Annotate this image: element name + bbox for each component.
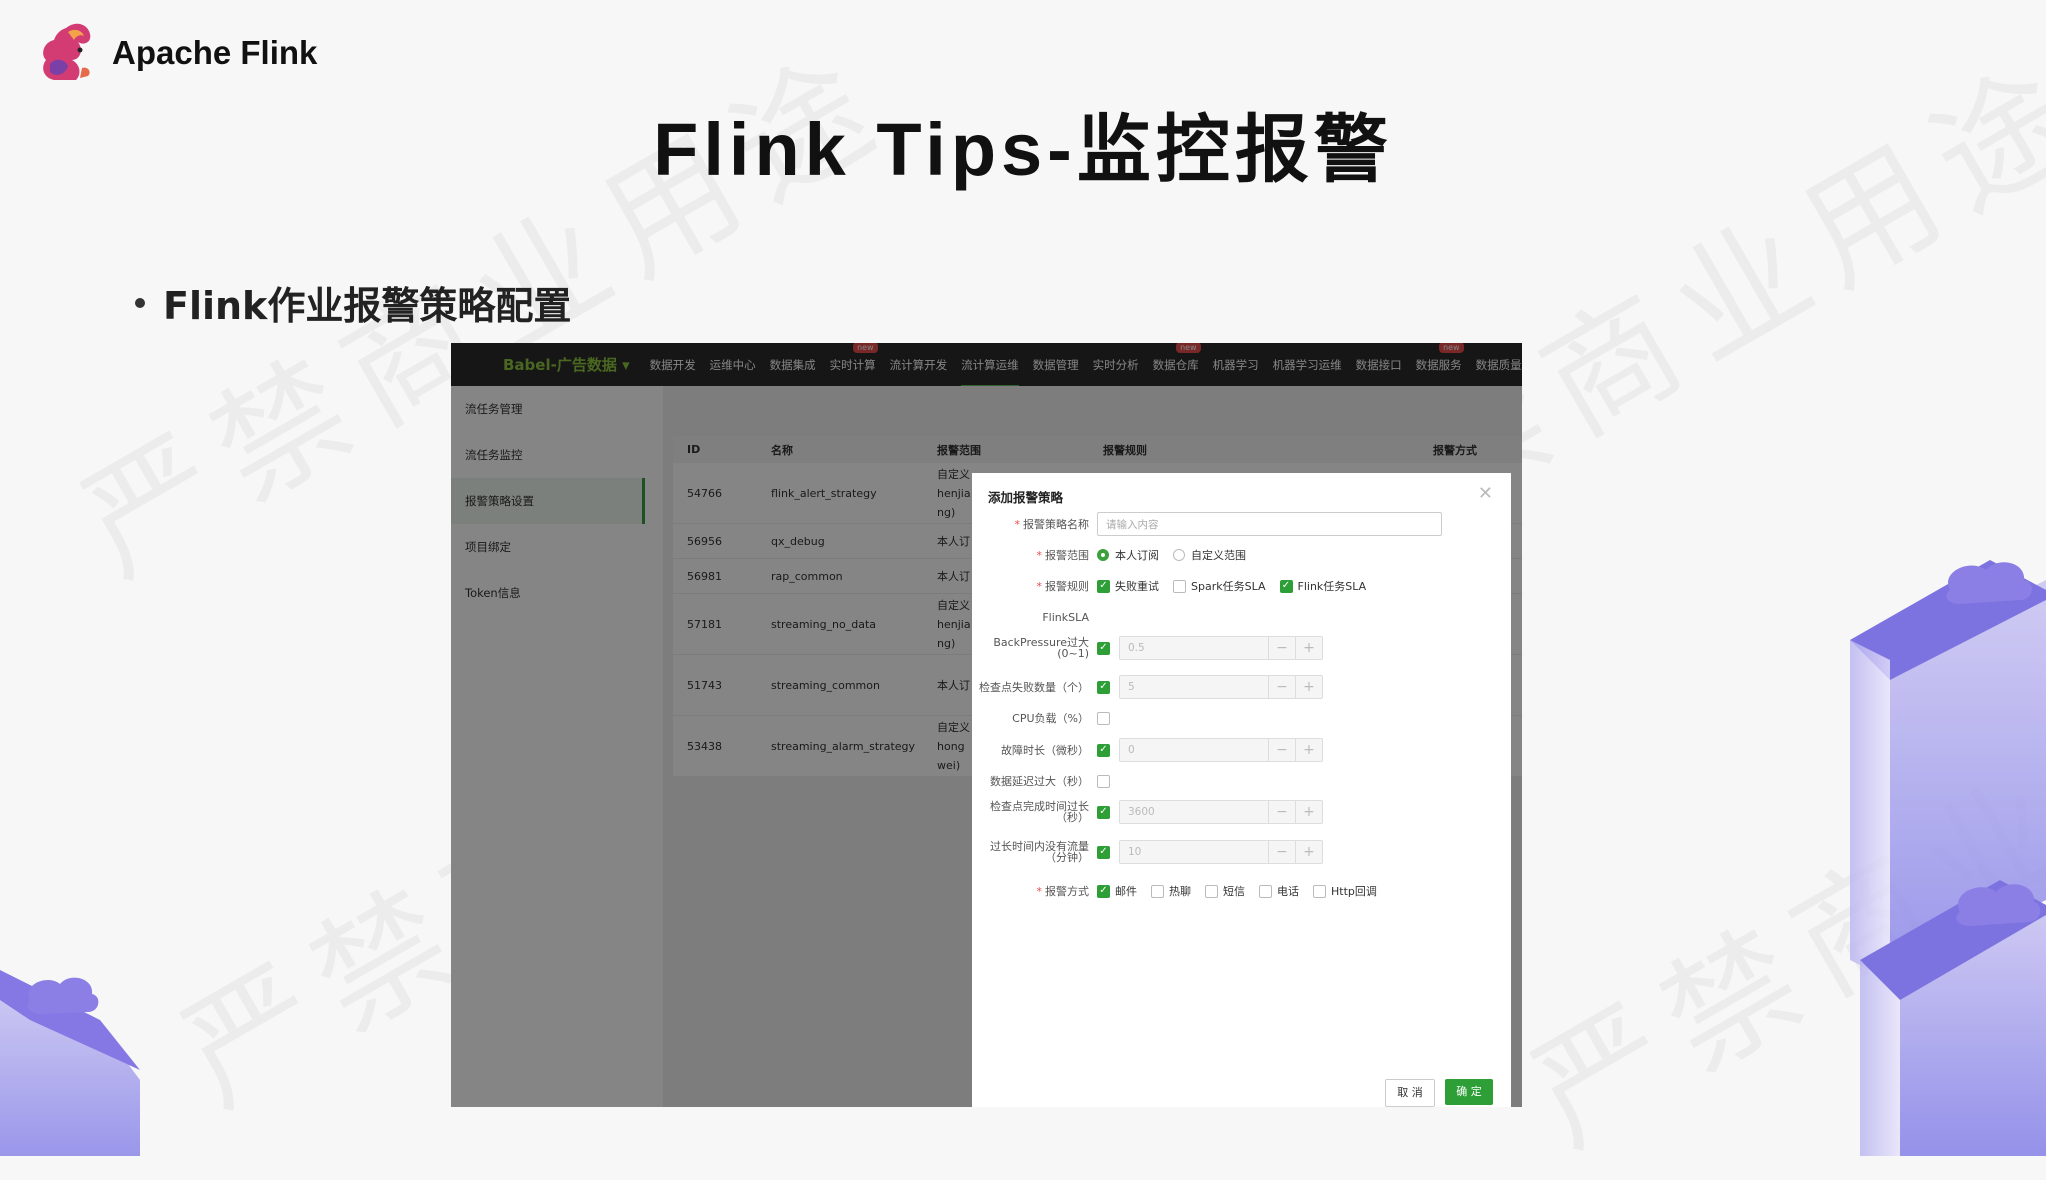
plus-icon[interactable]: +	[1295, 801, 1322, 823]
checkbox-checked-icon[interactable]: ✓	[1097, 680, 1110, 694]
minus-icon[interactable]: −	[1268, 801, 1295, 823]
stepper-value[interactable]: 10	[1120, 846, 1268, 858]
method-row: * 报警方式 ✓ 邮件 热聊 短信 电话 Http回调	[972, 878, 1511, 904]
sla-field-checkpoint-duration: 检查点完成时间过长 （秒） ✓ 3600− +	[972, 799, 1511, 825]
bullet-text: Flink作业报警策略配置	[163, 284, 572, 328]
stepper-value[interactable]: 5	[1120, 681, 1268, 693]
checkbox-unchecked-icon	[1259, 884, 1272, 898]
minus-icon[interactable]: −	[1268, 676, 1295, 698]
dialog-title: 添加报警策略	[988, 490, 1064, 505]
checkbox-checked-icon: ✓	[1279, 579, 1293, 593]
sla-field-failure-duration: 故障时长（微秒） ✓ 0− +	[972, 737, 1511, 763]
checkbox-checked-icon: ✓	[1097, 884, 1110, 898]
field-label: * 报警规则	[1036, 579, 1090, 593]
field-label: * 报警范围	[1036, 548, 1090, 562]
field-label: * 报警策略名称	[1014, 517, 1090, 531]
field-label: 过长时间内没有流量 （分钟）	[990, 840, 1089, 864]
method-option-phone[interactable]: 电话	[1259, 883, 1299, 899]
rule-row: * 报警规则 ✓ 失败重试 Spark任务SLA ✓ Flink任务SLA	[972, 573, 1511, 599]
method-option-chat[interactable]: 热聊	[1151, 883, 1191, 899]
close-icon[interactable]: ✕	[1478, 483, 1493, 504]
field-label: 故障时长（微秒）	[1001, 743, 1089, 757]
app-screenshot: Babel-广告数据 ▾ 数据开发 运维中心 数据集成 实时计算 new 流计算开…	[451, 343, 1522, 1107]
field-label: 数据延迟过大（秒）	[990, 774, 1089, 788]
sla-field-no-traffic: 过长时间内没有流量 （分钟） ✓ 10− +	[972, 839, 1511, 865]
minus-icon[interactable]: −	[1268, 637, 1295, 659]
sla-field-backpressure: BackPressure过大 (0~1) ✓ 0.5− +	[972, 635, 1511, 661]
checkbox-checked-icon[interactable]: ✓	[1097, 805, 1110, 819]
slide-title: Flink Tips-监控报警	[653, 108, 1393, 191]
sla-field-cpu-load: CPU负载（%）	[972, 705, 1511, 731]
number-stepper[interactable]: 5− +	[1119, 675, 1323, 699]
scope-option-self[interactable]: 本人订阅	[1097, 547, 1159, 563]
method-option-sms[interactable]: 短信	[1205, 883, 1245, 899]
plus-icon[interactable]: +	[1295, 637, 1322, 659]
plus-icon[interactable]: +	[1295, 841, 1322, 863]
field-label: 检查点完成时间过长 （秒）	[990, 800, 1089, 824]
number-stepper[interactable]: 10− +	[1119, 840, 1323, 864]
bullet-dot	[135, 297, 145, 308]
checkbox-unchecked-icon	[1205, 884, 1218, 898]
checkbox-checked-icon: ✓	[1097, 579, 1110, 593]
flinksla-heading-row: FlinkSLA	[972, 604, 1511, 630]
stepper-value[interactable]: 0	[1120, 744, 1268, 756]
field-label: * 报警方式	[1036, 884, 1090, 898]
rule-option-spark-sla[interactable]: Spark任务SLA	[1173, 578, 1266, 594]
cancel-button[interactable]: 取 消	[1385, 1079, 1435, 1107]
number-stepper[interactable]: 3600− +	[1119, 800, 1323, 824]
radio-checked-icon	[1097, 549, 1109, 561]
sla-field-data-delay: 数据延迟过大（秒）	[972, 768, 1511, 794]
rule-option-retry[interactable]: ✓ 失败重试	[1097, 578, 1159, 594]
checkbox-unchecked-icon	[1173, 579, 1186, 593]
minus-icon[interactable]: −	[1268, 841, 1295, 863]
checkbox-checked-icon[interactable]: ✓	[1097, 743, 1110, 757]
isometric-cloud-block-decoration	[0, 970, 140, 1156]
scope-row: * 报警范围 本人订阅 自定义范围	[972, 542, 1511, 568]
add-alert-strategy-dialog: 添加报警策略 ✕ * 报警策略名称 请输入内容 * 报警范围 本人订阅 自定义范围 …	[972, 473, 1511, 1107]
number-stepper[interactable]: 0− +	[1119, 738, 1323, 762]
plus-icon[interactable]: +	[1295, 739, 1322, 761]
checkbox-unchecked-icon	[1313, 884, 1326, 898]
bullet-item: Flink作业报警策略配置	[135, 275, 571, 330]
field-label: BackPressure过大 (0~1)	[993, 636, 1089, 660]
field-label: CPU负载（%）	[1012, 711, 1089, 725]
confirm-button[interactable]: 确 定	[1445, 1079, 1493, 1105]
strategy-name-input[interactable]: 请输入内容	[1097, 512, 1442, 536]
stepper-value[interactable]: 0.5	[1120, 642, 1268, 654]
brand-name: Apache Flink	[112, 34, 318, 71]
checkbox-unchecked-icon	[1151, 884, 1164, 898]
stepper-value[interactable]: 3600	[1120, 806, 1268, 818]
rule-option-flink-sla[interactable]: ✓ Flink任务SLA	[1279, 578, 1366, 594]
method-option-email[interactable]: ✓ 邮件	[1097, 883, 1137, 899]
flink-squirrel-logo-icon	[43, 23, 91, 81]
strategy-name-row: * 报警策略名称 请输入内容	[972, 511, 1511, 537]
plus-icon[interactable]: +	[1295, 676, 1322, 698]
field-label: 检查点失败数量（个）	[979, 680, 1089, 694]
checkbox-checked-icon[interactable]: ✓	[1097, 845, 1110, 859]
checkbox-unchecked-icon[interactable]	[1097, 774, 1110, 788]
isometric-cloud-block-decoration	[1850, 560, 2046, 1156]
flinksla-label: FlinkSLA	[1042, 610, 1089, 624]
scope-option-custom[interactable]: 自定义范围	[1173, 547, 1246, 563]
checkbox-unchecked-icon[interactable]	[1097, 711, 1110, 725]
sla-field-checkpoint-failures: 检查点失败数量（个） ✓ 5− +	[972, 674, 1511, 700]
number-stepper[interactable]: 0.5− +	[1119, 636, 1323, 660]
minus-icon[interactable]: −	[1268, 739, 1295, 761]
checkbox-checked-icon[interactable]: ✓	[1097, 641, 1110, 655]
method-option-http-callback[interactable]: Http回调	[1313, 883, 1377, 899]
brand: Apache Flink	[36, 20, 317, 86]
radio-unchecked-icon	[1173, 549, 1185, 561]
